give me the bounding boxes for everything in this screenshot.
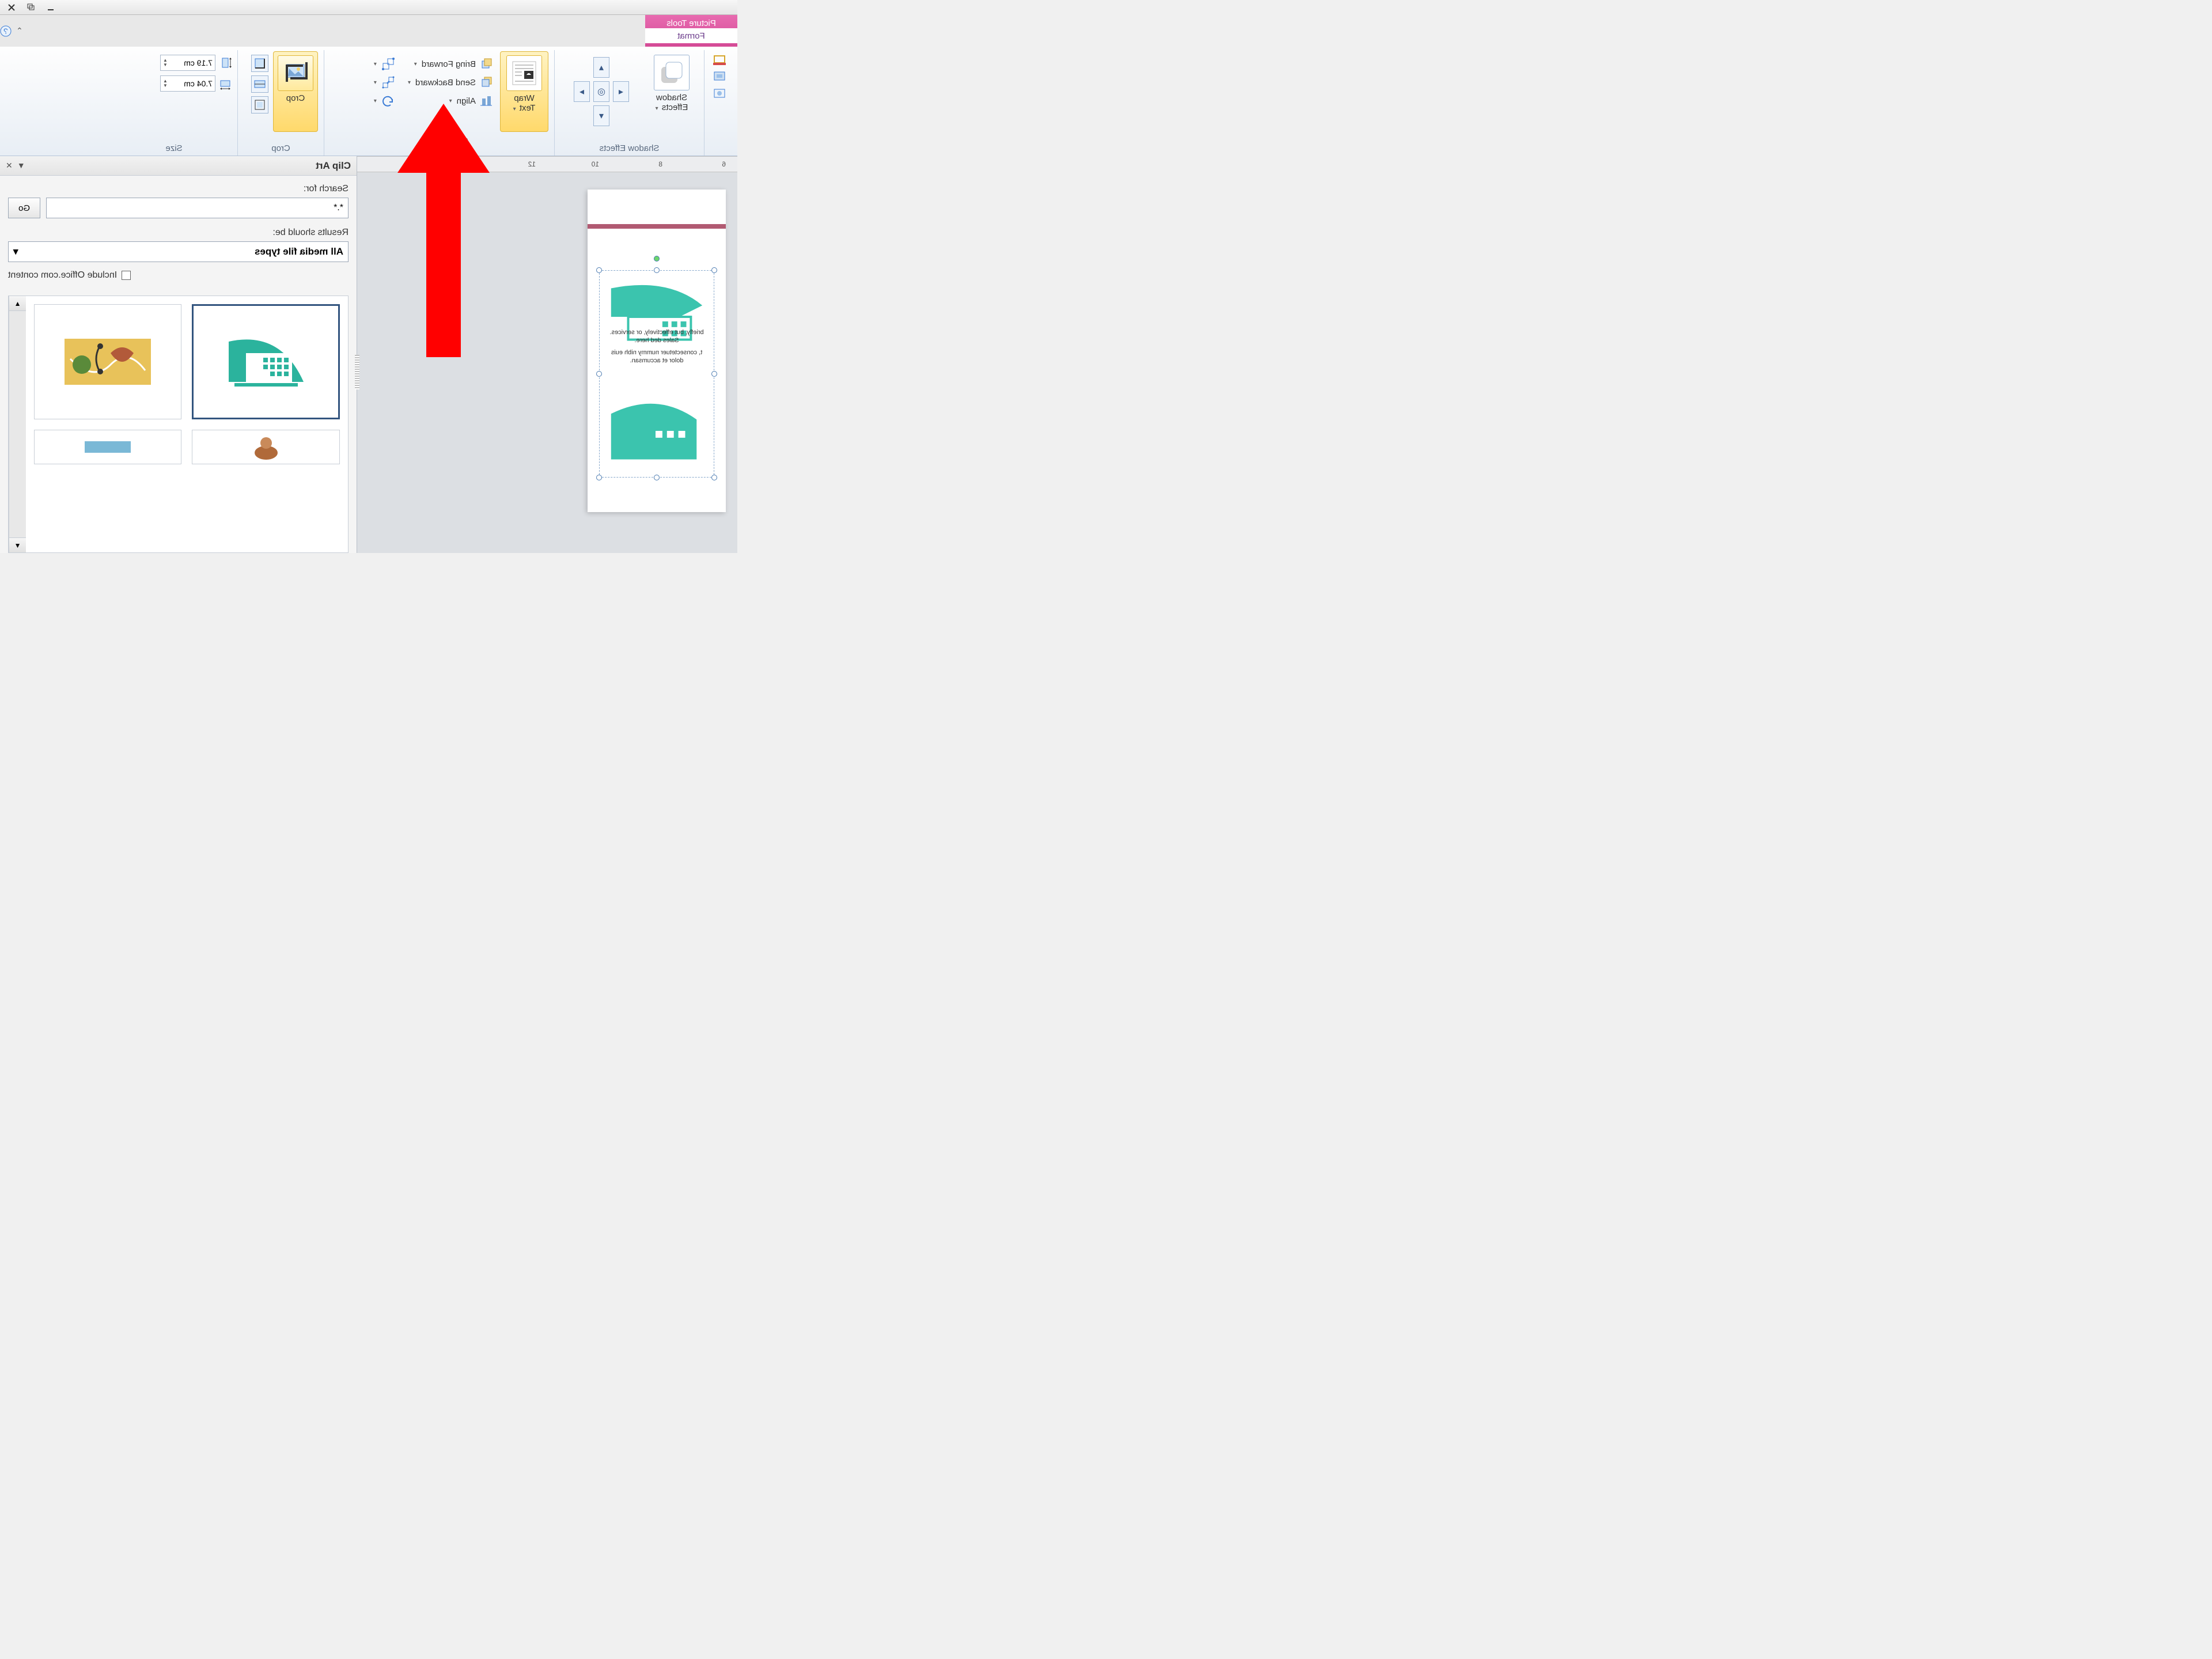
resize-handle[interactable]: [596, 267, 602, 273]
reset-picture-icon[interactable]: [711, 86, 727, 102]
spinner-arrows-icon[interactable]: ▲▼: [163, 79, 168, 88]
crop-to-shape-icon[interactable]: [251, 55, 268, 72]
checkbox-icon: [122, 271, 131, 280]
resize-handle[interactable]: [596, 371, 602, 377]
results-scrollbar[interactable]: ▲ ▼: [9, 296, 26, 552]
group-size-label: Size: [116, 141, 232, 154]
picture-border-icon[interactable]: [711, 51, 727, 67]
image-caption: briefly, but effectively, or services. S…: [605, 328, 708, 365]
wrap-text-label: WrapText ▾: [513, 93, 536, 113]
height-icon: [219, 56, 232, 69]
pane-close-icon[interactable]: ✕: [6, 161, 13, 171]
ungroup-icon: [381, 75, 395, 89]
scroll-up-icon[interactable]: ▲: [9, 296, 26, 311]
ribbon: ShadowEffects ▾ ▴ ◂ ◎ ▸ ▾ Shadow Effects: [0, 47, 737, 156]
shadow-effects-label: ShadowEffects ▾: [656, 93, 688, 113]
crop-button[interactable]: Crop: [273, 51, 318, 132]
clipart-image-building: [600, 271, 714, 477]
help-icon[interactable]: ?: [0, 25, 12, 37]
bring-forward-label: Bring Forward: [422, 59, 476, 69]
height-input[interactable]: 7.19 cm ▲▼: [160, 55, 215, 71]
document-page: briefly, but effectively, or services. S…: [588, 190, 726, 512]
width-value: 7.04 cm: [184, 79, 213, 88]
bring-forward-button[interactable]: Bring Forward▾: [406, 56, 495, 72]
pane-menu-icon[interactable]: ▼: [17, 161, 25, 171]
fit-icon[interactable]: [251, 96, 268, 113]
clipart-result[interactable]: [192, 304, 340, 419]
clipart-result[interactable]: [34, 430, 182, 464]
main-area: briefly, but effectively, or services. S…: [0, 172, 737, 553]
send-backward-button[interactable]: Send Backward▾: [406, 74, 495, 90]
resize-handle[interactable]: [711, 475, 717, 480]
send-backward-label: Send Backward: [415, 78, 476, 88]
selected-image[interactable]: briefly, but effectively, or services. S…: [599, 270, 714, 478]
pane-drag-handle[interactable]: [355, 355, 359, 389]
contextual-tab-strip: Picture Tools Format ⌃ ?: [0, 15, 737, 47]
resize-handle[interactable]: [596, 475, 602, 480]
width-input[interactable]: 7.04 cm ▲▼: [160, 75, 215, 92]
crop-button-label: Crop: [286, 93, 305, 103]
change-picture-icon[interactable]: [711, 69, 727, 85]
search-for-label: Search for:: [8, 184, 349, 194]
resize-handle[interactable]: [711, 267, 717, 273]
pane-title: Clip Art: [316, 160, 351, 172]
results-type-select[interactable]: All media file types ▾: [8, 241, 349, 262]
search-input[interactable]: [46, 198, 349, 218]
resize-handle[interactable]: [654, 475, 660, 480]
group-shadow-effects-label: Shadow Effects: [560, 141, 698, 154]
shadow-toggle-icon[interactable]: ◎: [593, 81, 609, 102]
window-titlebar: [0, 0, 737, 15]
aspect-ratio-icon[interactable]: [251, 75, 268, 93]
wrap-text-icon: [506, 55, 542, 91]
shadow-effects-icon: [654, 55, 690, 90]
annotation-arrow: [386, 104, 501, 369]
include-office-checkbox[interactable]: Include Office.com content: [8, 270, 349, 281]
width-icon: [219, 77, 232, 90]
height-row: 7.19 cm ▲▼: [160, 55, 232, 71]
scroll-down-icon[interactable]: ▼: [9, 537, 26, 552]
nudge-shadow-down-icon[interactable]: ▾: [593, 105, 609, 126]
group-crop-label: Crop: [244, 141, 318, 154]
clipart-result[interactable]: [34, 304, 182, 419]
tab-format[interactable]: Format: [645, 28, 737, 43]
results-should-be-label: Results should be:: [8, 228, 349, 238]
group-icon: [381, 57, 395, 71]
rotate-handle[interactable]: [654, 256, 660, 262]
go-button[interactable]: Go: [8, 198, 40, 218]
page-divider: [588, 224, 726, 229]
contextual-tab-picture-tools: Picture Tools Format: [645, 15, 737, 47]
close-button[interactable]: [5, 3, 18, 12]
clipart-result[interactable]: [192, 430, 340, 464]
group-label: [710, 141, 727, 154]
nudge-shadow-up-icon[interactable]: ▴: [593, 57, 609, 78]
send-backward-icon: [479, 75, 493, 89]
nudge-shadow-right-icon[interactable]: ▸: [574, 81, 590, 102]
clip-art-pane: Clip Art ▼ ✕ Search for: Go Results shou…: [0, 156, 357, 553]
results-type-value: All media file types: [255, 246, 343, 257]
svg-text:?: ?: [3, 26, 8, 36]
resize-handle[interactable]: [711, 371, 717, 377]
height-value: 7.19 cm: [184, 58, 213, 67]
ungroup-button[interactable]: ▾: [372, 74, 397, 90]
contextual-title: Picture Tools: [666, 18, 716, 28]
results-panel: ▲ ▼: [8, 296, 349, 553]
restore-button[interactable]: [24, 3, 38, 12]
minimize-button[interactable]: [44, 3, 58, 12]
crop-icon: [278, 55, 313, 91]
chevron-down-icon: ▾: [13, 246, 18, 257]
group-button[interactable]: ▾: [372, 56, 397, 72]
shadow-effects-button[interactable]: ShadowEffects ▾: [645, 51, 698, 132]
include-office-label: Include Office.com content: [8, 270, 117, 281]
ribbon-collapse-icon[interactable]: ⌃: [16, 26, 23, 36]
bring-forward-icon: [479, 57, 493, 71]
nudge-shadow-left-icon[interactable]: ◂: [613, 81, 629, 102]
pane-titlebar: Clip Art ▼ ✕: [0, 156, 357, 176]
resize-handle[interactable]: [654, 267, 660, 273]
width-row: 7.04 cm ▲▼: [160, 75, 232, 92]
wrap-text-button[interactable]: WrapText ▾: [500, 51, 548, 132]
spinner-arrows-icon[interactable]: ▲▼: [163, 58, 168, 67]
